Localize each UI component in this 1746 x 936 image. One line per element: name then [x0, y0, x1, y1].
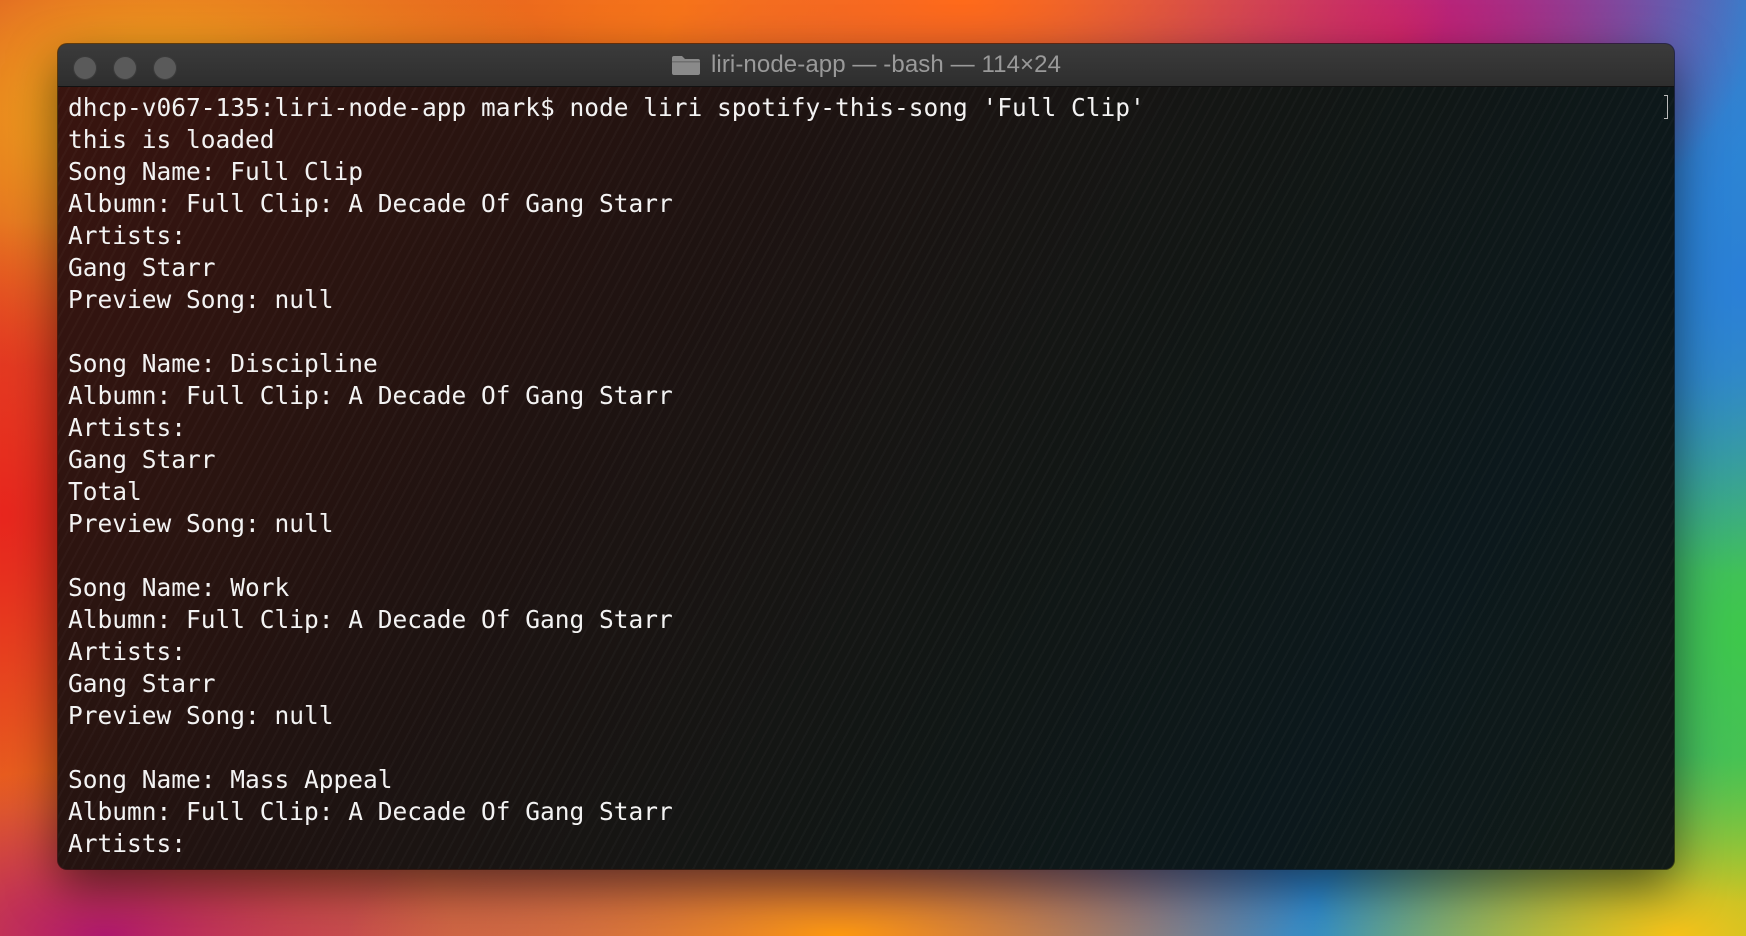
terminal-line: Albumn: Full Clip: A Decade Of Gang Star…	[68, 605, 673, 634]
close-button[interactable]	[73, 56, 97, 80]
window-title: liri-node-app — -bash — 114×24	[671, 51, 1061, 79]
terminal-line: Albumn: Full Clip: A Decade Of Gang Star…	[68, 189, 673, 218]
terminal-line: Total	[68, 477, 142, 506]
terminal-output[interactable]: dhcp-v067-135:liri-node-app mark$ node l…	[58, 87, 1674, 869]
terminal-line: Preview Song: null	[68, 509, 334, 538]
terminal-window: liri-node-app — -bash — 114×24 dhcp-v067…	[58, 44, 1674, 869]
terminal-line: Preview Song: null	[68, 701, 334, 730]
terminal-line: Gang Starr	[68, 669, 216, 698]
terminal-line: Gang Starr	[68, 445, 216, 474]
window-title-text: liri-node-app — -bash — 114×24	[710, 51, 1062, 78]
folder-icon	[671, 54, 701, 76]
terminal-line: Song Name: Discipline	[68, 349, 378, 378]
terminal-line: Preview Song: null	[68, 285, 334, 314]
terminal-line: Song Name: Mass Appeal	[68, 765, 393, 794]
window-titlebar[interactable]: liri-node-app — -bash — 114×24	[58, 44, 1674, 87]
terminal-line: Albumn: Full Clip: A Decade Of Gang Star…	[68, 381, 673, 410]
terminal-line: Artists:	[68, 637, 187, 666]
terminal-line: this is loaded	[68, 125, 275, 154]
terminal-line: Artists:	[68, 221, 187, 250]
terminal-line: dhcp-v067-135:liri-node-app mark$ node l…	[68, 93, 1145, 122]
window-controls	[73, 56, 177, 80]
terminal-line: Artists:	[68, 829, 187, 858]
terminal-line: Gang Starr	[68, 253, 216, 282]
terminal-line: Artists:	[68, 413, 187, 442]
terminal-line: Song Name: Work	[68, 573, 290, 602]
terminal-line: Albumn: Full Clip: A Decade Of Gang Star…	[68, 797, 673, 826]
zoom-button[interactable]	[153, 56, 177, 80]
minimize-button[interactable]	[113, 56, 137, 80]
terminal-line: Song Name: Full Clip	[68, 157, 364, 186]
